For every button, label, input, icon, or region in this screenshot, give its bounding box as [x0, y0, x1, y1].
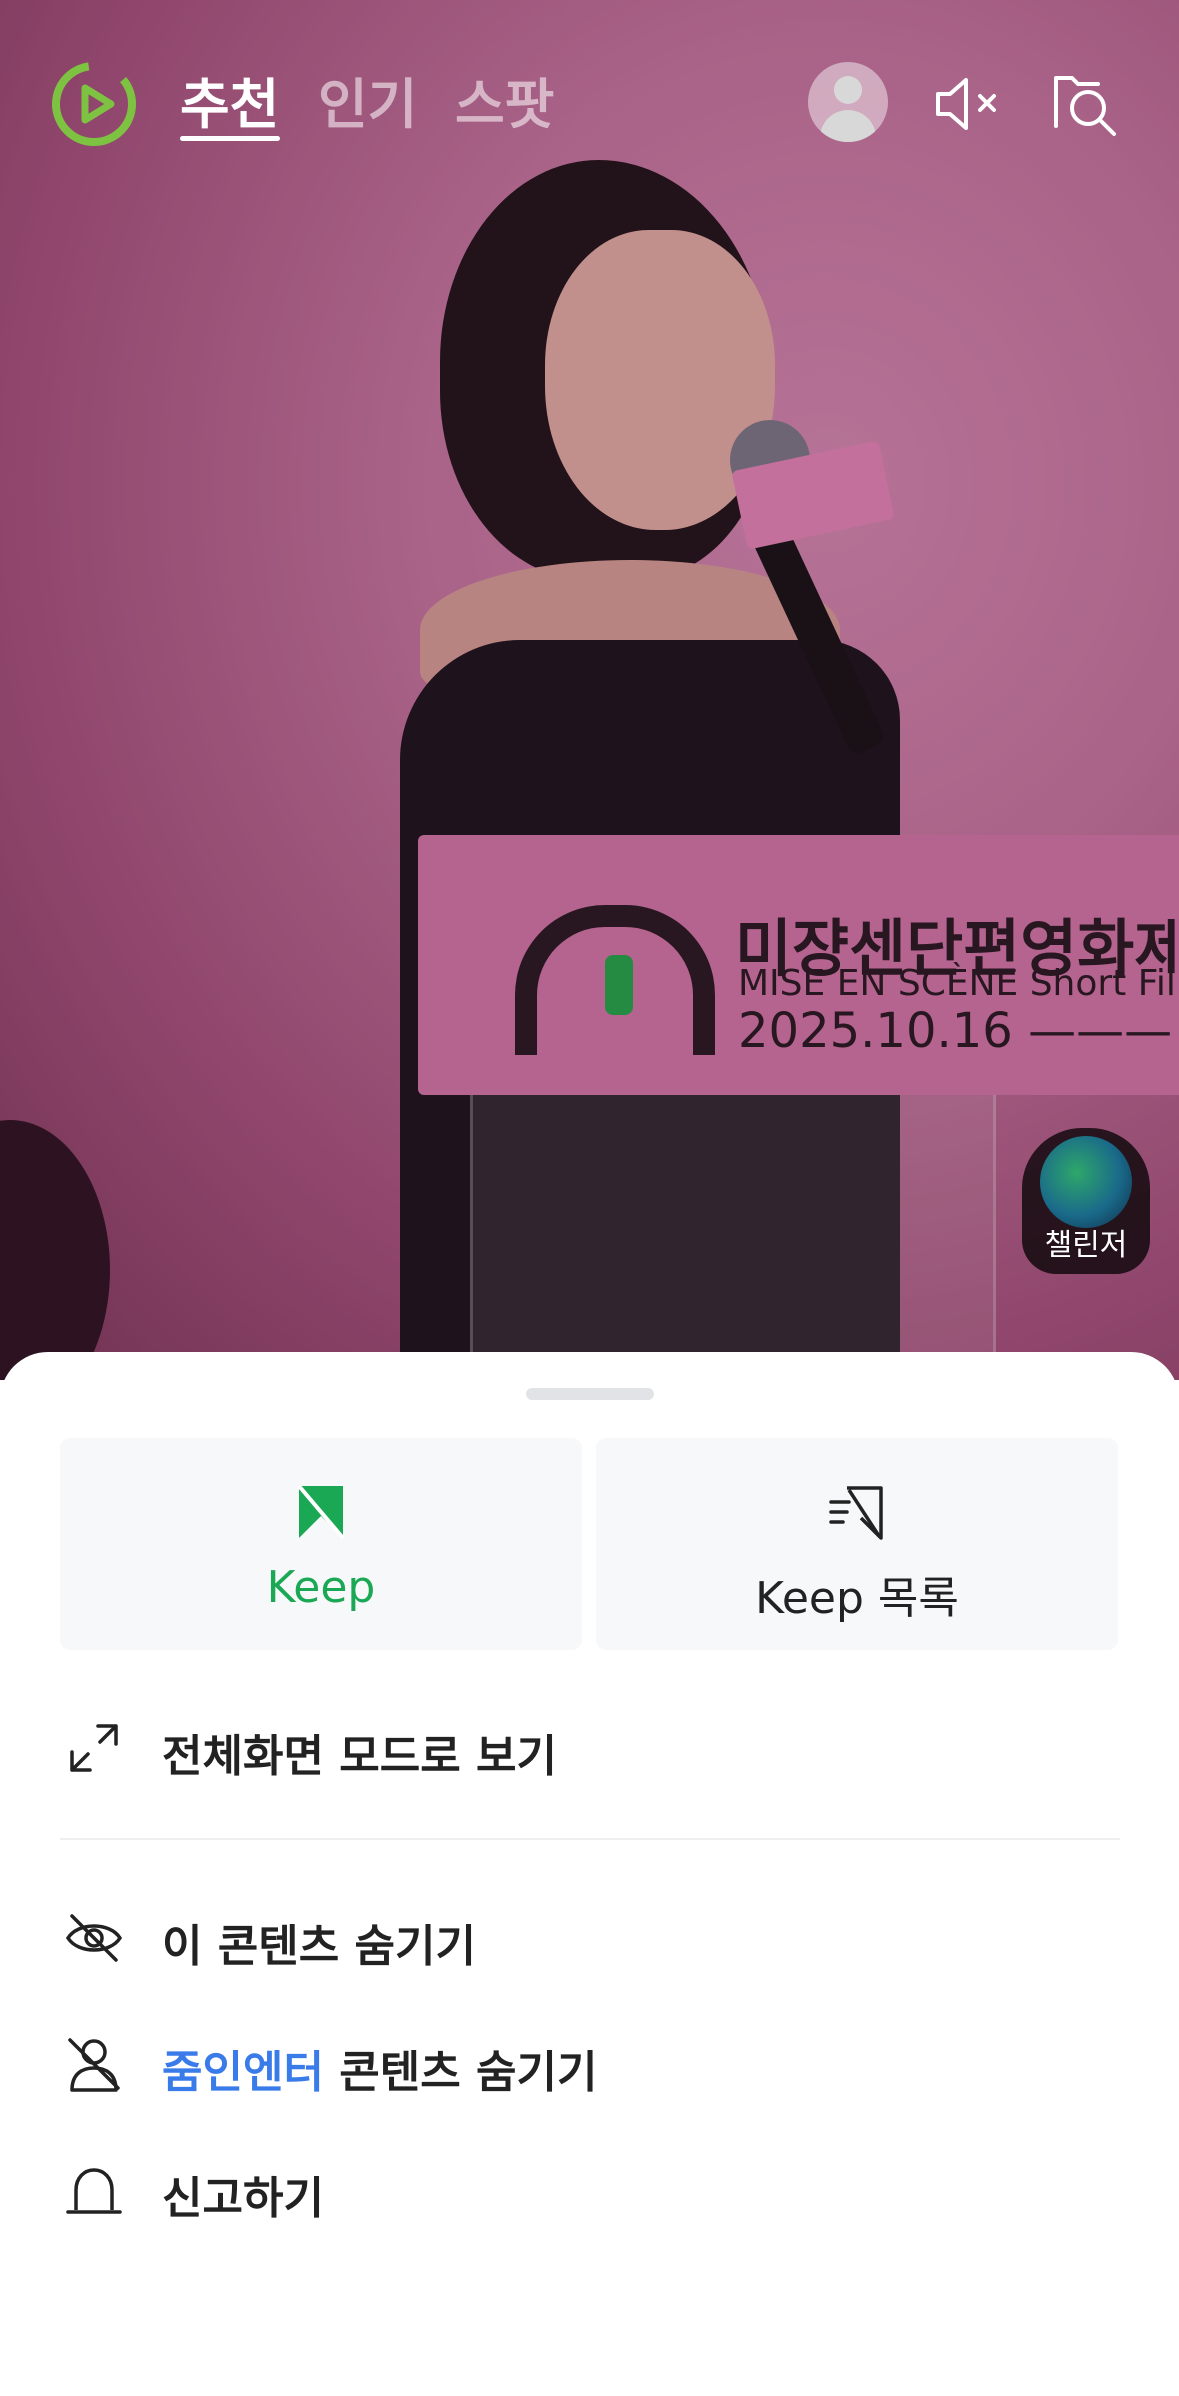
active-tab-indicator — [180, 136, 280, 141]
hide-content-label: 이 콘텐츠 숨기기 — [162, 1921, 476, 1972]
report-menu-item[interactable]: 신고하기 — [60, 2140, 1120, 2240]
app-logo-icon[interactable] — [48, 58, 140, 150]
keep-list-label: Keep 목록 — [755, 1573, 959, 1624]
channel-name: 줌인엔터 — [162, 2047, 324, 2098]
tab-popular[interactable]: 인기 — [318, 60, 417, 139]
options-bottom-sheet: Keep Keep 목록 전체화면 모드로 보기 이 콘텐츠 숨기기 줌인엔터 … — [0, 1352, 1179, 2396]
avatar-head — [834, 76, 862, 104]
siren-icon — [66, 2168, 122, 2214]
video-player[interactable]: 미쟝센단편영화제 MISE EN SCÈNE Short Film Fe 202… — [0, 0, 1179, 1380]
keep-label: Keep — [266, 1562, 376, 1613]
eye-off-icon — [65, 1914, 123, 1962]
top-bar: 추천 인기 스팟 — [0, 40, 1179, 170]
tab-spot[interactable]: 스팟 — [455, 60, 554, 139]
mute-icon[interactable] — [928, 64, 1008, 144]
hide-channel-menu-item[interactable]: 줌인엔터 콘텐츠 숨기기 — [60, 2014, 1120, 2114]
menu-divider — [60, 1838, 1120, 1840]
keep-list-icon — [829, 1486, 883, 1540]
hide-content-menu-item[interactable]: 이 콘텐츠 숨기기 — [60, 1888, 1120, 1988]
avatar-shoulders — [820, 110, 876, 142]
hide-channel-label: 줌인엔터 콘텐츠 숨기기 — [162, 2036, 597, 2100]
profile-avatar[interactable] — [808, 62, 888, 142]
fullscreen-menu-item[interactable]: 전체화면 모드로 보기 — [60, 1698, 1120, 1798]
keep-list-button[interactable]: Keep 목록 — [596, 1438, 1118, 1650]
challenger-badge[interactable]: 챌린저 — [1022, 1128, 1150, 1274]
video-dim-overlay — [0, 0, 1179, 1380]
expand-icon — [70, 1724, 118, 1772]
hide-channel-suffix: 콘텐츠 숨기기 — [323, 2047, 598, 2098]
report-label: 신고하기 — [162, 2173, 324, 2224]
search-icon[interactable] — [1048, 64, 1128, 144]
keep-button[interactable]: Keep — [60, 1438, 582, 1650]
sheet-drag-handle[interactable] — [526, 1388, 654, 1400]
bookmark-flag-icon — [297, 1484, 345, 1540]
challenger-icon — [1040, 1136, 1132, 1228]
challenger-label: 챌린저 — [1044, 1228, 1128, 1263]
fullscreen-label: 전체화면 모드로 보기 — [162, 1731, 557, 1782]
user-off-icon — [68, 2038, 120, 2092]
tab-recommended[interactable]: 추천 — [180, 60, 279, 139]
